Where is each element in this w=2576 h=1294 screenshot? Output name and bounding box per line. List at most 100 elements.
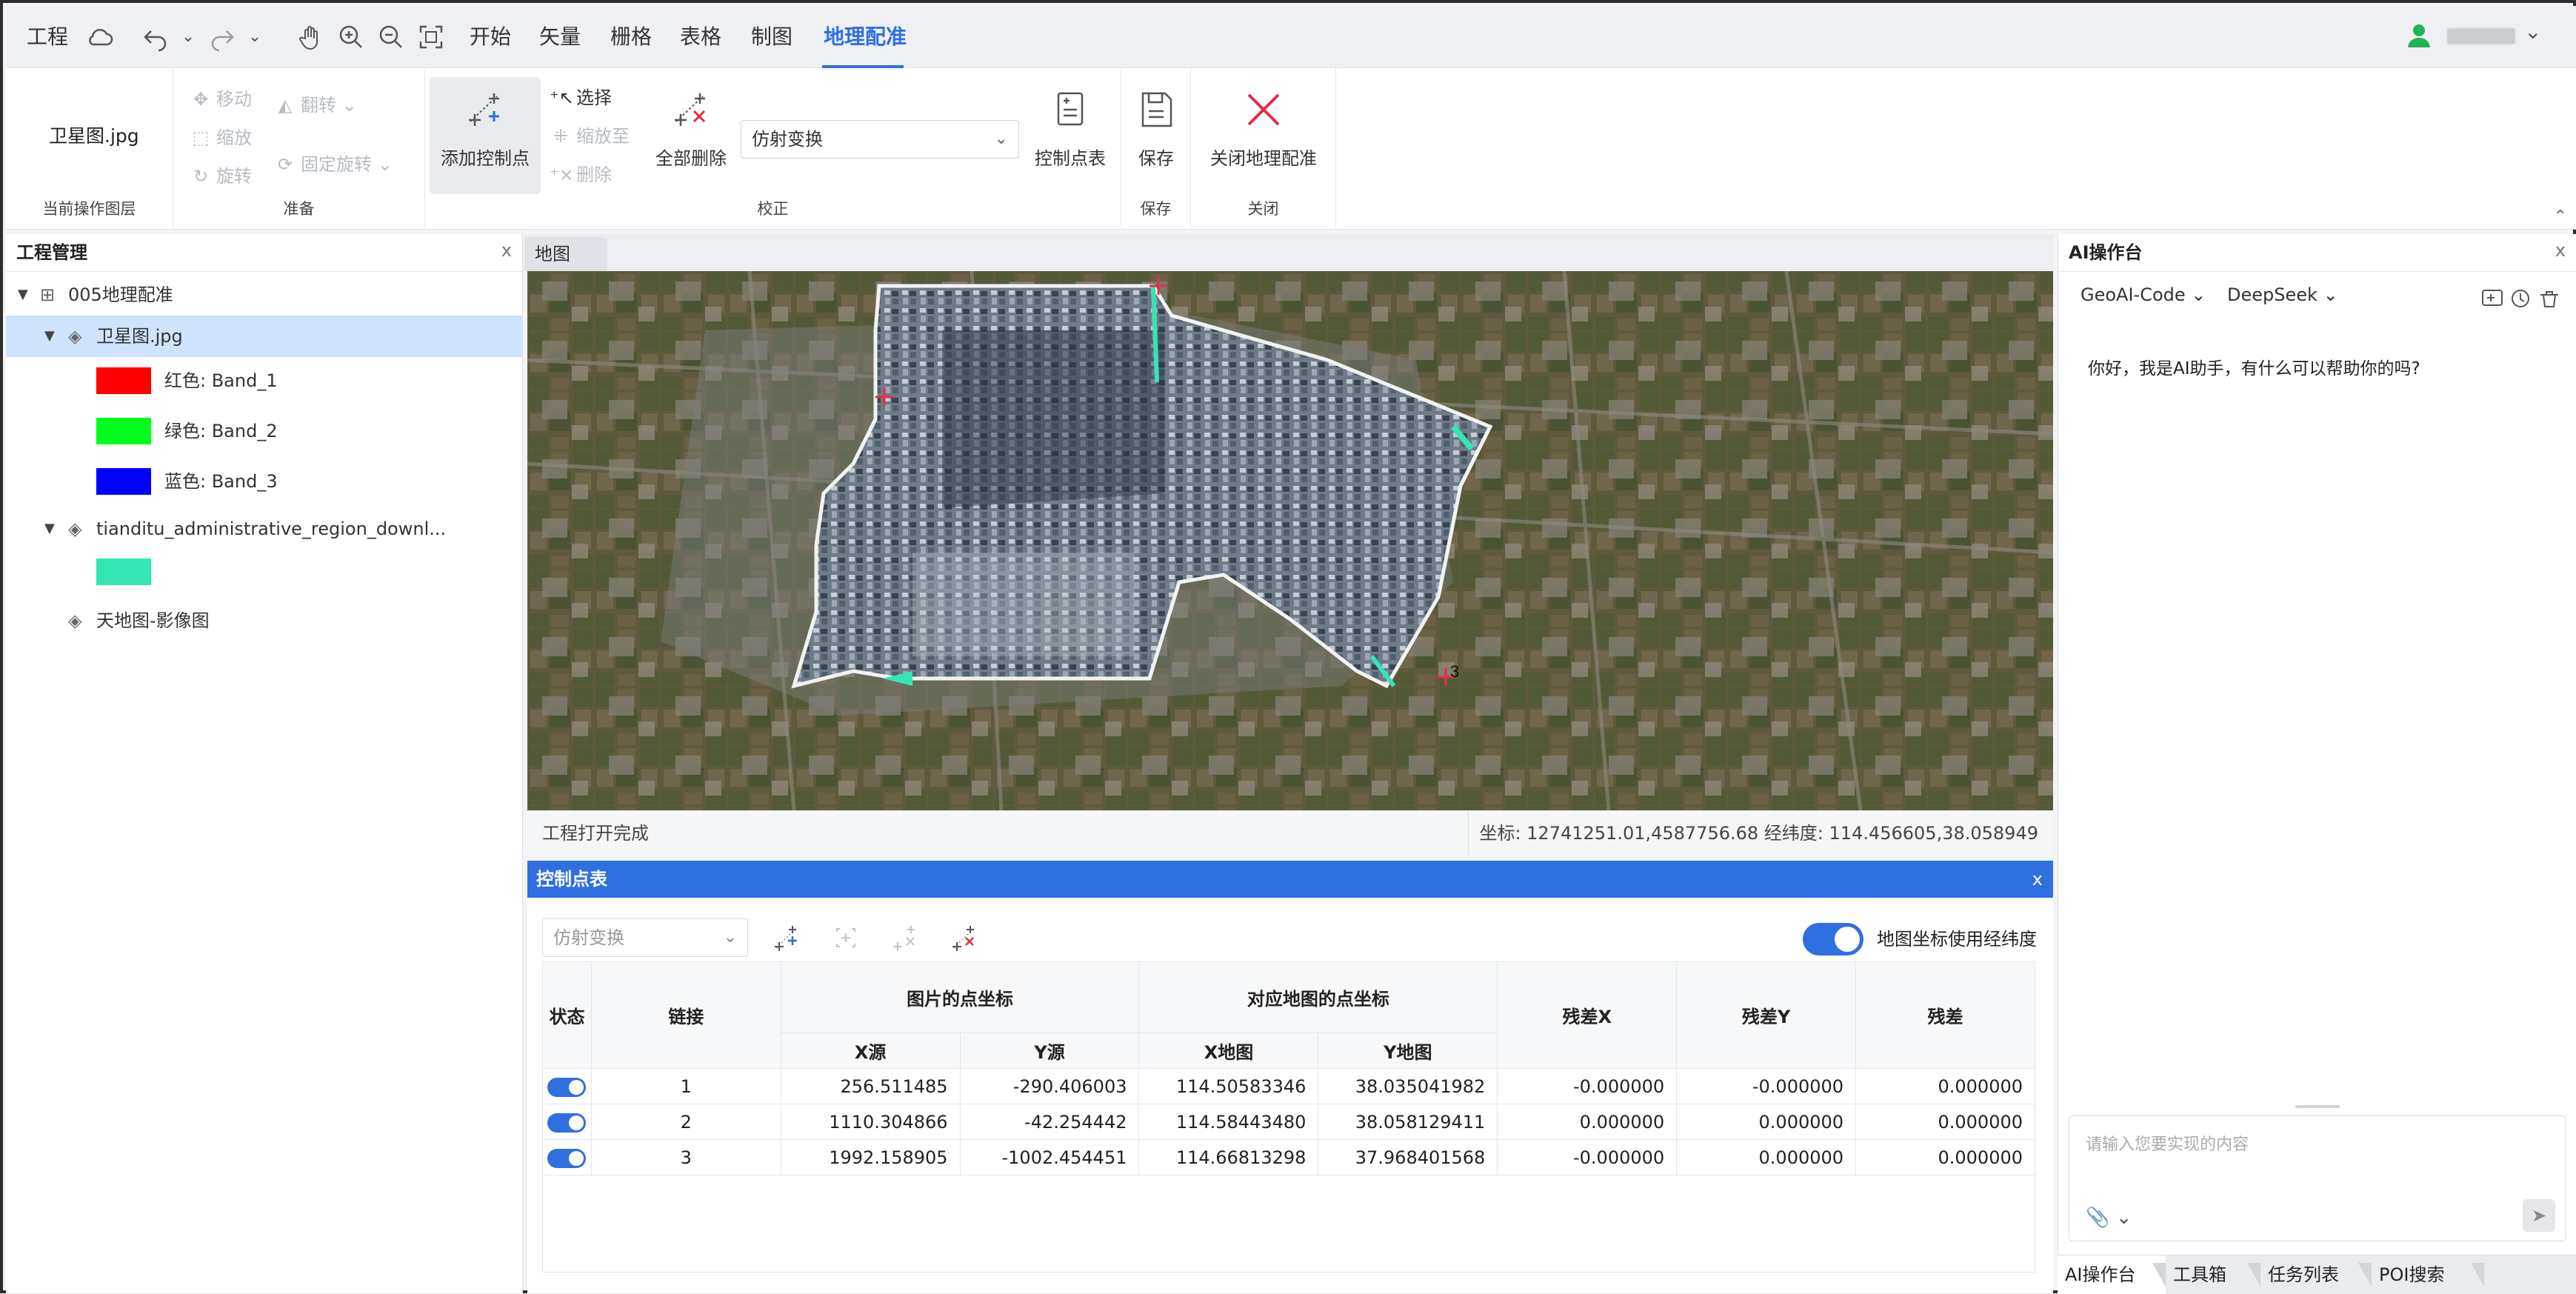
tab-poi-search[interactable]: POI搜索	[2372, 1255, 2484, 1294]
move-button[interactable]: ✥ 移动	[190, 84, 252, 110]
full-extent-icon[interactable]	[416, 22, 446, 52]
flip-button[interactable]: ◭ 翻转 ⌄	[274, 90, 357, 116]
map-canvas[interactable]: 3	[527, 271, 2053, 810]
fixed-rotate-icon: ⟳	[277, 154, 293, 175]
control-point-table-button[interactable]: 控制点表	[1030, 89, 1111, 170]
col-residual-y: 残差Y	[1676, 961, 1857, 1069]
menu-project[interactable]: 工程	[27, 6, 68, 68]
current-layer-value[interactable]: 卫星图.jpg	[49, 121, 139, 148]
send-icon[interactable]: ➤	[2523, 1199, 2555, 1232]
select-button[interactable]: ⁺↖ 选择	[550, 83, 612, 109]
tree-layer-tianditu-image[interactable]: ◈ 天地图-影像图	[6, 600, 522, 641]
scale-button[interactable]: ⬚ 缩放	[190, 123, 252, 149]
map-statusbar: 工程打开完成 坐标: 12741251.01,4587756.68 经纬度: 1…	[524, 810, 2053, 856]
group-correction: 添加控制点 ⁺↖ 选择 ⁜ 缩放至 ⁺× 删除 全部删除 仿射变换 ⌄ 控制点表…	[425, 68, 1121, 230]
add-control-point-button[interactable]: 添加控制点	[430, 77, 541, 194]
group-close: 关闭地理配准 关闭	[1191, 68, 1336, 230]
undo-icon[interactable]	[141, 22, 170, 52]
attach-icon[interactable]: 📎 ⌄	[2086, 1207, 2132, 1229]
zoom-out-icon[interactable]	[376, 22, 406, 52]
delete-all-button[interactable]: 全部删除	[650, 89, 732, 170]
tree-band-green: 绿色: Band_2	[6, 410, 522, 452]
tree-root[interactable]: ▼ ⊞ 005地理配准	[6, 274, 522, 316]
close-icon[interactable]: x	[2032, 861, 2043, 898]
pan-hand-icon[interactable]	[296, 22, 326, 52]
delete-cp-icon[interactable]	[890, 923, 920, 953]
tab-table[interactable]: 表格	[680, 6, 721, 68]
group-label-prepare: 准备	[283, 200, 315, 218]
move-icon: ✥	[193, 89, 209, 110]
add-control-point-icon	[469, 93, 499, 126]
resize-handle[interactable]	[2295, 1105, 2340, 1108]
delete-all-cp-icon[interactable]	[950, 923, 979, 953]
row-enable-toggle[interactable]	[547, 1113, 587, 1133]
tab-vector[interactable]: 矢量	[539, 6, 581, 68]
close-icon[interactable]: x	[501, 240, 512, 261]
fixed-rotate-button[interactable]: ⟳ 固定旋转 ⌄	[274, 150, 393, 176]
zoom-to-button[interactable]: ⁜ 缩放至	[550, 121, 630, 147]
redo-icon[interactable]	[207, 22, 237, 52]
close-georeference-button[interactable]: 关闭地理配准	[1191, 89, 1336, 170]
tree-layer-satellite[interactable]: ▼ ◈ 卫星图.jpg	[6, 316, 522, 357]
red-swatch	[96, 367, 151, 394]
latlon-toggle[interactable]	[1803, 923, 1863, 956]
user-menu[interactable]: ⌄	[2406, 19, 2546, 55]
collapse-ribbon-icon[interactable]: ⌃	[2554, 207, 2567, 226]
tab-task-list[interactable]: 任务列表	[2260, 1255, 2372, 1294]
transform-select[interactable]: 仿射变换 ⌄	[741, 120, 1019, 159]
ai-toolbar	[2480, 286, 2561, 313]
row-enable-toggle[interactable]	[547, 1148, 587, 1168]
group-label-correction: 校正	[757, 200, 789, 218]
tab-ai-console[interactable]: AI操作台	[2058, 1255, 2166, 1294]
table-row[interactable]: 1 256.511485 -290.406003 114.50583346 38…	[542, 1068, 2035, 1104]
cloud-icon[interactable]	[84, 22, 114, 52]
caret-down-icon[interactable]: ▼	[44, 316, 55, 357]
tab-georeference[interactable]: 地理配准	[824, 6, 907, 68]
tree-region-symbol	[6, 551, 522, 593]
close-icon[interactable]: x	[2555, 240, 2566, 261]
row-enable-toggle[interactable]	[547, 1077, 587, 1097]
tab-toolbox[interactable]: 工具箱	[2166, 1255, 2260, 1294]
col-residual-x: 残差X	[1497, 961, 1678, 1069]
chevron-down-icon: ⌄	[994, 130, 1008, 148]
region-swatch	[96, 558, 151, 585]
blue-swatch	[96, 468, 151, 495]
table-row[interactable]: 3 1992.158905 -1002.454451 114.66813298 …	[542, 1139, 2035, 1175]
col-y-map: Y地图	[1318, 1033, 1498, 1069]
control-point-panel: 控制点表 x 仿射变换 ⌄ 地图坐标使用经纬度 状态 链接 图片的点坐标 对应地…	[527, 861, 2053, 1293]
tab-start[interactable]: 开始	[470, 6, 511, 68]
caret-down-icon[interactable]: ▼	[44, 508, 55, 550]
engine-select[interactable]: DeepSeek ⌄	[2227, 284, 2338, 305]
layers-icon: ◈	[68, 610, 82, 631]
right-bottom-tabs: AI操作台 工具箱 任务列表 POI搜索	[2058, 1255, 2576, 1294]
ai-prompt-input[interactable]: 请输入您要实现的内容 📎 ⌄ ➤	[2069, 1115, 2566, 1241]
tab-raster[interactable]: 栅格	[610, 6, 652, 68]
table-row[interactable]: 2 1110.304866 -42.254442 114.58443480 38…	[542, 1104, 2035, 1140]
rotate-button[interactable]: ↻ 旋转	[190, 161, 252, 187]
history-icon[interactable]	[2512, 290, 2529, 307]
group-prepare: ✥ 移动 ⬚ 缩放 ↻ 旋转 ◭ 翻转 ⌄ ⟳ 固定旋转 ⌄ 准备	[173, 68, 425, 230]
col-x-src: X源	[780, 1033, 961, 1069]
delete-all-icon	[675, 93, 706, 126]
caret-down-icon[interactable]: ▼	[18, 274, 28, 316]
zoom-to-cp-icon[interactable]	[831, 923, 861, 953]
zoom-in-icon[interactable]	[336, 22, 366, 52]
clear-icon[interactable]	[2540, 291, 2558, 307]
ai-prompt-placeholder: 请输入您要实现的内容	[2086, 1135, 2249, 1154]
project-panel-title: 工程管理	[16, 242, 87, 263]
delete-button[interactable]: ⁺× 删除	[550, 160, 612, 186]
undo-dropdown-icon[interactable]: ⌄	[173, 22, 203, 52]
save-button[interactable]: 保存	[1121, 89, 1191, 170]
tab-map[interactable]: 地图	[524, 237, 607, 271]
latlon-toggle-label: 地图坐标使用经纬度	[1877, 929, 2037, 950]
add-control-point-icon[interactable]	[772, 923, 801, 953]
layers-icon: ◈	[68, 326, 82, 347]
model-select[interactable]: GeoAI-Code ⌄	[2081, 284, 2206, 305]
tree-layer-tianditu-region[interactable]: ▼ ◈ tianditu_administrative_region_downl…	[6, 508, 522, 550]
cp-transform-select[interactable]: 仿射变换 ⌄	[542, 918, 748, 957]
new-chat-icon[interactable]	[2482, 290, 2503, 306]
redo-dropdown-icon[interactable]: ⌄	[240, 22, 270, 52]
tree-band-blue: 蓝色: Band_3	[6, 461, 522, 502]
tab-mapping[interactable]: 制图	[751, 6, 793, 68]
svg-text:3: 3	[1450, 662, 1459, 681]
